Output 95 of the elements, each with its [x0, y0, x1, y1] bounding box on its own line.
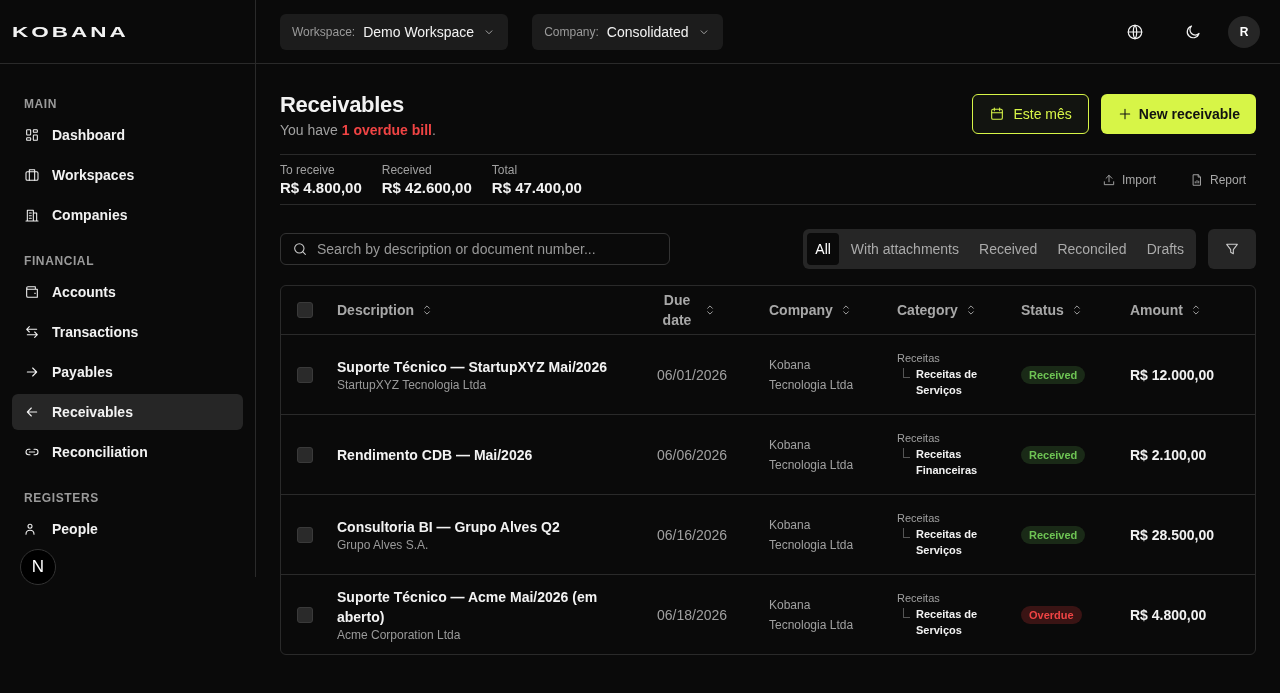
- section-heading: FINANCIAL: [23, 253, 96, 270]
- tree-connector: [903, 367, 910, 378]
- category-parent: Receitas: [897, 351, 940, 364]
- section-heading: REGISTERS: [23, 490, 100, 507]
- description-text: Suporte Técnico — StartupXYZ Mai/2026: [337, 358, 607, 377]
- kobana-logo: KOBANA: [12, 23, 129, 40]
- filter-tab[interactable]: Received: [971, 233, 1046, 265]
- column-header[interactable]: Category: [897, 302, 978, 318]
- company-name: Kobana Tecnologia Ltda: [769, 516, 855, 554]
- column-header[interactable]: Company: [769, 302, 853, 318]
- period-button[interactable]: Este mês: [972, 94, 1089, 134]
- column-header[interactable]: Status: [1021, 302, 1084, 318]
- customer-name: Acme Corporation Ltda: [337, 628, 461, 642]
- filter-tab[interactable]: Drafts: [1138, 233, 1192, 265]
- row-checkbox[interactable]: [297, 446, 313, 463]
- sidebar-item[interactable]: Reconciliation: [12, 434, 243, 470]
- due-date: 06/18/2026: [657, 606, 728, 623]
- category-name: Receitas Financeiras: [916, 446, 979, 478]
- customer-name: Grupo Alves S.A.: [337, 538, 429, 552]
- globe-icon: [1126, 22, 1144, 41]
- dev-indicator-badge[interactable]: N: [20, 549, 56, 585]
- amount-text: R$ 28.500,00: [1130, 526, 1215, 543]
- row-checkbox[interactable]: [297, 526, 313, 543]
- stat-label: To receive: [280, 163, 336, 177]
- search-field[interactable]: Search by description or document number...: [280, 233, 670, 265]
- category-name: Receitas de Serviços: [916, 526, 979, 558]
- sidebar-item[interactable]: Payables: [12, 354, 243, 390]
- amount-text: R$ 4.800,00: [1130, 606, 1207, 623]
- tree-connector: [903, 527, 910, 538]
- tree-connector: [903, 447, 910, 458]
- status-badge: Received: [1021, 365, 1086, 384]
- swap-arrows-icon: [24, 324, 40, 340]
- overdue-notice: You have 1 overdue bill.: [280, 122, 436, 138]
- dropdown-selector[interactable]: Workspace: Demo Workspace: [280, 13, 509, 50]
- category-parent: Receitas: [897, 431, 940, 444]
- page-title: Receivables: [280, 92, 405, 118]
- column-header[interactable]: Due date: [657, 290, 717, 330]
- arrow-left-icon: [24, 404, 40, 420]
- new-receivable-button[interactable]: New receivable: [1100, 94, 1256, 134]
- section-heading: MAIN: [23, 96, 59, 113]
- category-name: Receitas de Serviços: [916, 606, 979, 638]
- stat-label: Total: [491, 163, 519, 177]
- description-text: Consultoria BI — Grupo Alves Q2: [337, 518, 560, 537]
- stat-value: R$ 47.400,00: [491, 179, 582, 196]
- status-badge: Received: [1021, 445, 1086, 464]
- sidebar-item[interactable]: Dashboard: [12, 117, 243, 153]
- toolbar-action[interactable]: Import: [1091, 172, 1166, 187]
- filter-tab[interactable]: With attachments: [842, 233, 967, 265]
- sidebar-item[interactable]: Companies: [12, 197, 243, 233]
- due-date: 06/06/2026: [657, 446, 728, 463]
- arrow-right-icon: [24, 364, 40, 380]
- filter-tab[interactable]: Reconciled: [1049, 233, 1135, 265]
- category-parent: Receitas: [897, 511, 940, 524]
- due-date: 06/01/2026: [657, 366, 728, 383]
- sidebar-item[interactable]: Accounts: [12, 274, 243, 310]
- sidebar-item[interactable]: Workspaces: [12, 157, 243, 193]
- toolbar-action[interactable]: Report: [1179, 172, 1256, 187]
- column-header[interactable]: Description: [337, 302, 434, 318]
- description-text: Suporte Técnico — Acme Mai/2026 (em aberto): [337, 588, 599, 627]
- column-header[interactable]: Amount: [1130, 302, 1203, 318]
- user-avatar[interactable]: R: [1228, 15, 1260, 48]
- dropdown-selector[interactable]: Company: Consolidated: [532, 13, 723, 50]
- sidebar-item[interactable]: Receivables: [12, 394, 243, 430]
- stat-label: Received: [381, 163, 433, 177]
- company-name: Kobana Tecnologia Ltda: [769, 436, 855, 474]
- stat-value: R$ 42.600,00: [381, 179, 472, 196]
- company-name: Kobana Tecnologia Ltda: [769, 596, 855, 634]
- row-checkbox[interactable]: [297, 606, 313, 623]
- sidebar-item[interactable]: Transactions: [12, 314, 243, 350]
- customer-name: StartupXYZ Tecnologia Ltda: [337, 378, 487, 392]
- amount-text: R$ 12.000,00: [1130, 366, 1215, 383]
- moon-icon: [1184, 22, 1202, 41]
- filter-tab[interactable]: All: [807, 233, 839, 265]
- description-text: Rendimento CDB — Mai/2026: [337, 445, 533, 465]
- filter-icon: [1224, 241, 1240, 257]
- select-all-checkbox[interactable]: [297, 302, 313, 318]
- amount-text: R$ 2.100,00: [1130, 446, 1207, 463]
- due-date: 06/16/2026: [657, 526, 728, 543]
- wallet-icon: [24, 284, 40, 300]
- grid-icon: [24, 127, 40, 143]
- calendar-icon: [989, 106, 1006, 122]
- sidebar-item[interactable]: People: [12, 511, 243, 547]
- filter-button[interactable]: [1208, 229, 1256, 269]
- company-name: Kobana Tecnologia Ltda: [769, 356, 855, 394]
- tree-connector: [903, 607, 910, 618]
- stat-value: R$ 4.800,00: [280, 179, 362, 196]
- briefcase-icon: [24, 167, 40, 183]
- building-icon: [24, 207, 40, 223]
- row-checkbox[interactable]: [297, 366, 313, 383]
- category-name: Receitas de Serviços: [916, 366, 979, 398]
- search-icon: [292, 241, 308, 257]
- upload-icon: [1101, 172, 1116, 187]
- status-badge: Received: [1021, 525, 1086, 544]
- category-parent: Receitas: [897, 591, 940, 604]
- status-badge: Overdue: [1021, 605, 1082, 624]
